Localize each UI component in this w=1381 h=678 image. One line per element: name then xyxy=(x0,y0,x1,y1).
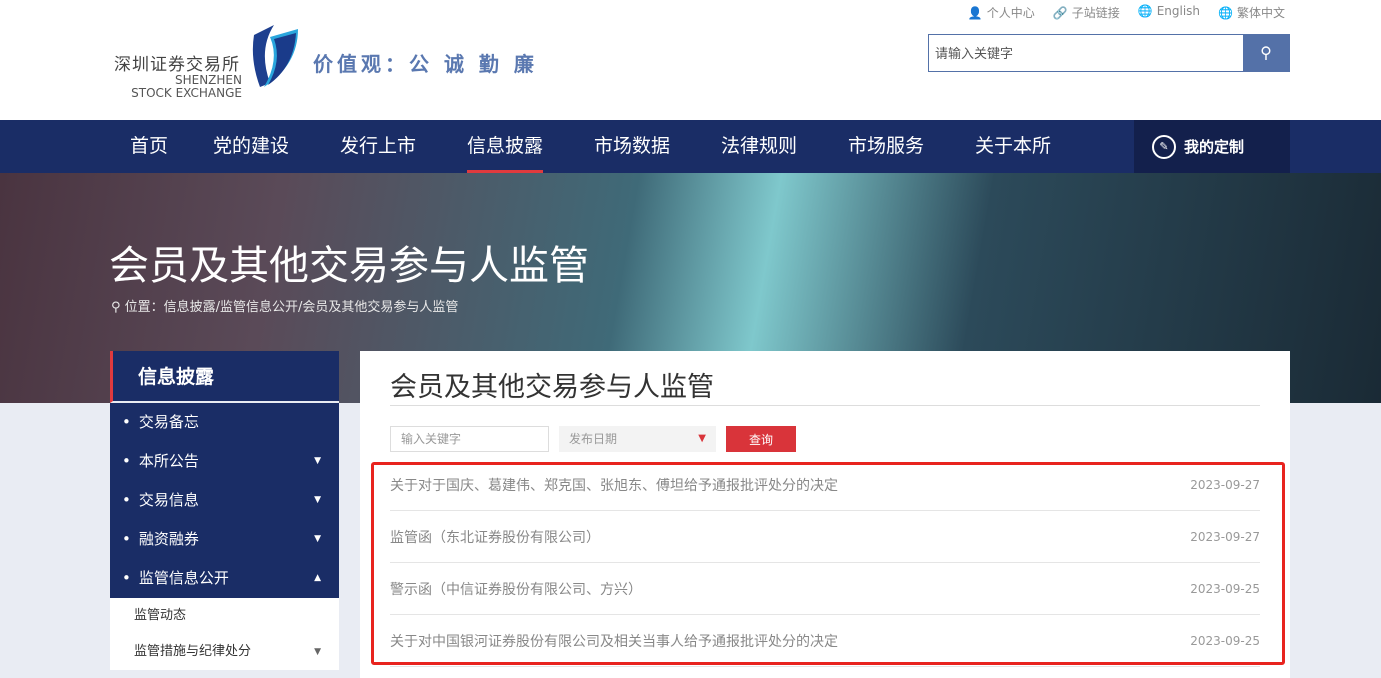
nav-party[interactable]: 党的建设 xyxy=(213,120,289,173)
sidebar-subitem-measures[interactable]: 监管措施与纪律处分 ▼ xyxy=(110,634,339,670)
sidebar-item-label: 交易信息 xyxy=(138,491,199,509)
link-icon: 🔗 xyxy=(1052,6,1068,20)
chevron-up-icon: ▲ xyxy=(314,573,321,583)
page-title: 会员及其他交易参与人监管 xyxy=(390,372,714,403)
logo-text[interactable]: 深圳证券交易所 xyxy=(114,50,240,75)
site-search: ⚲ xyxy=(928,34,1290,72)
globe-icon: 🌐 xyxy=(1218,6,1233,20)
sidebar-item-label: 交易备忘 xyxy=(138,413,199,431)
location-pin-icon: ⚲ xyxy=(111,300,125,315)
sidebar-subitem-dynamics[interactable]: 监管动态 xyxy=(110,598,339,634)
chevron-down-icon: ▼ xyxy=(314,534,321,544)
nav-listing[interactable]: 发行上市 xyxy=(340,120,416,173)
date-select[interactable]: 发布日期 ▼ xyxy=(559,426,716,452)
highlight-box xyxy=(371,462,1285,665)
search-input[interactable] xyxy=(929,35,1243,71)
link-label: 子站链接 xyxy=(1071,6,1120,20)
english-link[interactable]: 🌐 English xyxy=(1138,4,1200,21)
chevron-down-icon: ▼ xyxy=(314,456,321,466)
nav-home[interactable]: 首页 xyxy=(130,120,168,173)
main-nav: 首页 党的建设 发行上市 信息披露 市场数据 法律规则 市场服务 关于本所 ✎ 我… xyxy=(0,120,1381,173)
logo-english[interactable]: SHENZHEN STOCK EXCHANGE xyxy=(114,74,242,100)
top-links: 👤 个人中心 🔗 子站链接 🌐 English 🌐 繁体中文 xyxy=(968,4,1285,21)
globe-icon: 🌐 xyxy=(1137,4,1153,18)
keyword-input[interactable] xyxy=(390,426,549,452)
sidebar-item-trade-info[interactable]: • 交易信息 ▼ xyxy=(110,481,339,520)
sidebar-item-trade-memo[interactable]: • 交易备忘 xyxy=(110,403,339,442)
sidebar-item-announcements[interactable]: • 本所公告 ▼ xyxy=(110,442,339,481)
search-icon: ⚲ xyxy=(1260,45,1272,62)
my-custom-button[interactable]: ✎ 我的定制 xyxy=(1134,120,1290,173)
chevron-down-icon: ▼ xyxy=(314,495,321,505)
nav-disclosure[interactable]: 信息披露 xyxy=(467,120,544,173)
chevron-down-icon: ▼ xyxy=(314,647,321,657)
nav-services[interactable]: 市场服务 xyxy=(848,120,924,173)
nav-market-data[interactable]: 市场数据 xyxy=(594,120,670,173)
user-icon: 👤 xyxy=(967,6,983,20)
sidebar-item-label: 融资融券 xyxy=(138,530,199,548)
link-label: English xyxy=(1156,4,1201,18)
search-button[interactable]: ⚲ xyxy=(1243,35,1289,71)
sidebar-title: 信息披露 xyxy=(110,351,339,403)
link-label: 繁体中文 xyxy=(1236,6,1285,20)
traditional-chinese-link[interactable]: 🌐 繁体中文 xyxy=(1218,4,1285,21)
link-label: 个人中心 xyxy=(986,6,1035,20)
subitem-label: 监管措施与纪律处分 xyxy=(134,644,252,659)
custom-label: 我的定制 xyxy=(1184,138,1245,156)
divider xyxy=(390,405,1260,406)
logo-en-2: STOCK EXCHANGE xyxy=(131,86,242,100)
caret-down-icon: ▼ xyxy=(698,433,706,444)
subsite-link[interactable]: 🔗 子站链接 xyxy=(1053,4,1120,21)
sidebar-item-margin[interactable]: • 融资融券 ▼ xyxy=(110,520,339,559)
sidebar: 信息披露 • 交易备忘 • 本所公告 ▼ • 交易信息 ▼ • 融资融券 ▼ • 监管信息公开 ▲… xyxy=(110,351,339,670)
page-banner-title: 会员及其他交易参与人监管 xyxy=(109,243,589,289)
query-button[interactable]: 查询 xyxy=(726,426,796,452)
header: 深圳证券交易所 SHENZHEN STOCK EXCHANGE 价值观：公 诚 勤… xyxy=(0,0,1381,120)
breadcrumb[interactable]: ⚲ 位置：信息披露/监管信息公开/会员及其他交易参与人监管 xyxy=(111,296,458,315)
logo-icon[interactable] xyxy=(250,25,300,87)
slogan: 价值观：公 诚 勤 廉 xyxy=(313,52,538,76)
breadcrumb-text: 位置：信息披露/监管信息公开/会员及其他交易参与人监管 xyxy=(124,300,459,315)
nav-about[interactable]: 关于本所 xyxy=(975,120,1051,173)
nav-rules[interactable]: 法律规则 xyxy=(721,120,797,173)
customize-icon: ✎ xyxy=(1152,134,1176,159)
date-label: 发布日期 xyxy=(569,432,618,446)
sidebar-item-regulatory[interactable]: • 监管信息公开 ▲ xyxy=(110,559,339,598)
sidebar-item-label: 监管信息公开 xyxy=(138,569,229,587)
sidebar-item-label: 本所公告 xyxy=(138,452,199,470)
personal-center-link[interactable]: 👤 个人中心 xyxy=(968,4,1035,21)
